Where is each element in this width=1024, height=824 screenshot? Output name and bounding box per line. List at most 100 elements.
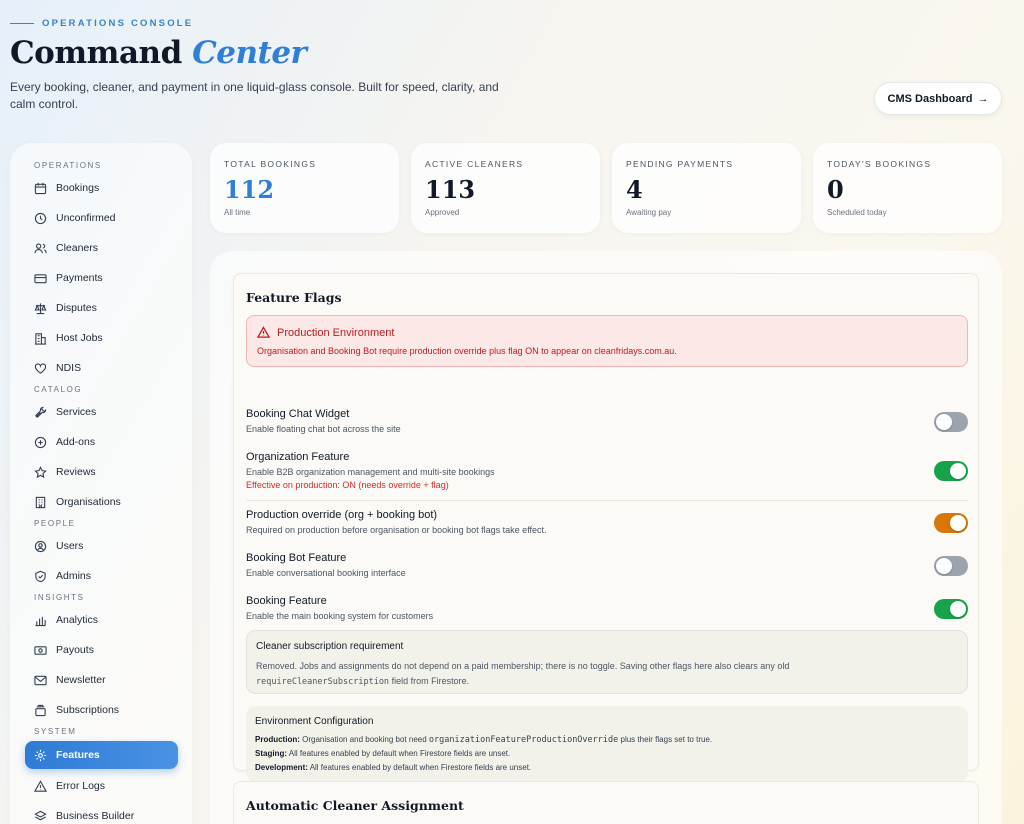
alert-desc: Organisation and Booking Bot require pro… [257, 346, 677, 356]
mail-icon [34, 675, 47, 685]
users-icon [34, 242, 47, 253]
toggle-booking-bot-feature[interactable] [934, 556, 968, 576]
flag-organization-feature: Organization Feature Enable B2B organiza… [246, 451, 968, 501]
sidebar: OPERATIONS Bookings Unconfirmed Cleaners… [10, 143, 192, 824]
stat-value: 4 [626, 175, 643, 204]
sidebar-item-services[interactable]: Services [10, 397, 192, 427]
auto-assignment-title: Automatic Cleaner Assignment [246, 798, 464, 813]
stat-card-todays-bookings: TODAY'S BOOKINGS 0 Scheduled today [813, 143, 1002, 233]
environment-staging: Staging: All features enabled by default… [255, 749, 511, 758]
stat-sub: All time [224, 208, 251, 217]
stat-label: TODAY'S BOOKINGS [827, 159, 932, 169]
sidebar-item-users[interactable]: Users [10, 531, 192, 561]
sidebar-item-payments[interactable]: Payments [10, 263, 192, 293]
sidebar-item-features[interactable]: Features [25, 741, 178, 769]
flag-booking-feature: Booking Feature Enable the main booking … [246, 595, 968, 630]
sidebar-section-catalog: CATALOG [34, 385, 83, 394]
sidebar-item-cleaners[interactable]: Cleaners [10, 233, 192, 263]
cms-dashboard-button[interactable]: CMS Dashboard → [874, 82, 1002, 115]
toggle-knob [950, 515, 966, 531]
tools-icon [35, 406, 47, 418]
user-circle-icon [34, 540, 47, 552]
sidebar-section-insights: INSIGHTS [34, 593, 85, 602]
environment-title: Environment Configuration [255, 716, 374, 727]
sidebar-item-payouts[interactable]: Payouts [10, 635, 192, 665]
sidebar-item-add-ons[interactable]: Add-ons [10, 427, 192, 457]
stat-label: PENDING PAYMENTS [626, 159, 734, 169]
sidebar-item-bookings[interactable]: Bookings [10, 173, 192, 203]
toggle-booking-chat-widget[interactable] [934, 412, 968, 432]
toggle-knob [950, 601, 966, 617]
subscription-code: requireCleanerSubscription [256, 677, 390, 687]
flag-name: Organization Feature [246, 451, 350, 463]
stat-label: ACTIVE CLEANERS [425, 159, 524, 169]
eyebrow: OPERATIONS CONSOLE [10, 18, 500, 29]
flag-desc: Enable B2B organization management and m… [246, 467, 495, 477]
flag-desc: Enable floating chat bot across the site [246, 424, 401, 434]
sidebar-item-analytics[interactable]: Analytics [10, 605, 192, 635]
flag-name: Booking Feature [246, 595, 327, 607]
flag-name: Production override (org + booking bot) [246, 509, 438, 521]
sidebar-item-disputes[interactable]: Disputes [10, 293, 192, 323]
stat-sub: Scheduled today [827, 208, 887, 217]
flag-warning: Effective on production: ON (needs overr… [246, 480, 449, 490]
sidebar-item-reviews[interactable]: Reviews [10, 457, 192, 487]
calendar-icon [34, 182, 47, 194]
heart-icon [34, 362, 47, 374]
toggle-organization-feature[interactable] [934, 461, 968, 481]
feature-flags-card: Feature Flags Production Environment Org… [233, 273, 979, 782]
sidebar-item-ndis[interactable]: NDIS [10, 353, 192, 383]
clock-icon [34, 212, 47, 224]
stat-value: 113 [425, 175, 476, 204]
environment-development: Development: All features enabled by def… [255, 763, 532, 772]
office-icon [35, 496, 46, 508]
sidebar-item-subscriptions[interactable]: Subscriptions [10, 695, 192, 725]
stat-sub: Awaiting pay [626, 208, 672, 217]
stats-row: TOTAL BOOKINGS 112 All time ACTIVE CLEAN… [210, 143, 1002, 233]
banknote-icon [34, 645, 47, 655]
sidebar-section-people: PEOPLE [34, 519, 76, 528]
sidebar-section-operations: OPERATIONS [34, 161, 102, 170]
sidebar-item-newsletter[interactable]: Newsletter [10, 665, 192, 695]
flag-production-override: Production override (org + booking bot) … [246, 509, 968, 544]
page-title: Command Center [10, 35, 307, 71]
stat-value: 0 [827, 175, 844, 204]
flag-desc: Enable conversational booking interface [246, 568, 406, 578]
stat-value: 112 [224, 175, 275, 204]
flag-desc: Required on production before organisati… [246, 525, 547, 535]
flag-booking-chat-widget: Booking Chat Widget Enable floating chat… [246, 408, 968, 443]
sidebar-item-error-logs[interactable]: Error Logs [10, 771, 192, 801]
shield-icon [35, 570, 46, 582]
sidebar-item-admins[interactable]: Admins [10, 561, 192, 591]
subscription-requirement-box: Cleaner subscription requirement Removed… [246, 630, 968, 694]
auto-assignment-card: Automatic Cleaner Assignment [233, 781, 979, 824]
toggle-booking-feature[interactable] [934, 599, 968, 619]
subscription-desc: Removed. Jobs and assignments do not dep… [256, 661, 790, 687]
sidebar-section-system: SYSTEM [34, 727, 77, 736]
gear-icon [34, 749, 47, 761]
main-panel: Feature Flags Production Environment Org… [210, 251, 1002, 824]
building-icon [34, 332, 47, 345]
stat-sub: Approved [425, 208, 460, 217]
subscription-title: Cleaner subscription requirement [256, 641, 404, 652]
feature-flags-title: Feature Flags [246, 290, 342, 305]
flag-booking-bot-feature: Booking Bot Feature Enable conversationa… [246, 552, 968, 587]
stat-card-active-cleaners: ACTIVE CLEANERS 113 Approved [411, 143, 600, 233]
plus-circle-icon [34, 436, 47, 448]
toggle-production-override[interactable] [934, 513, 968, 533]
sidebar-item-unconfirmed[interactable]: Unconfirmed [10, 203, 192, 233]
alert-title: Production Environment [277, 326, 395, 339]
environment-production: Production: Organisation and booking bot… [255, 735, 713, 745]
production-alert: Production Environment Organisation and … [246, 315, 968, 367]
environment-config-box: Environment Configuration Production: Or… [246, 706, 968, 782]
bar-chart-icon [35, 616, 46, 626]
arrow-right-icon: → [977, 92, 989, 105]
page-header: OPERATIONS CONSOLE Command Center Every … [10, 18, 500, 113]
flag-name: Booking Bot Feature [246, 552, 347, 564]
sidebar-item-host-jobs[interactable]: Host Jobs [10, 323, 192, 353]
sidebar-item-organisations[interactable]: Organisations [10, 487, 192, 517]
flag-name: Booking Chat Widget [246, 408, 350, 420]
warning-triangle-icon [257, 326, 270, 338]
layers-icon [34, 810, 47, 820]
sidebar-item-business-builder[interactable]: Business Builder [10, 801, 192, 824]
